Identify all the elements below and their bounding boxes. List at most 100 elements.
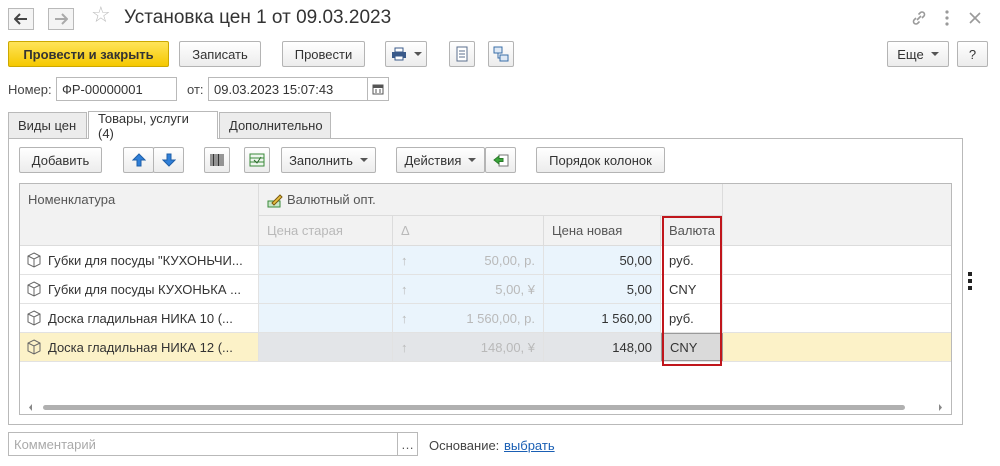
item-cell[interactable]: Губки для посуды "КУХОНЬЧИ... (20, 246, 259, 274)
number-field[interactable]: ФР-00000001 (56, 77, 177, 101)
comment-expand-button[interactable]: … (397, 432, 418, 456)
header-item[interactable]: Номенклатура (20, 184, 259, 246)
item-cell[interactable]: Доска гладильная НИКА 12 (... (20, 333, 259, 361)
ellipsis-icon: … (401, 436, 414, 452)
arrow-up-icon: ↑ (401, 310, 408, 326)
package-icon (27, 281, 41, 297)
table-row[interactable]: Губки для посуды "КУХОНЬЧИ... ↑ 50,00, р… (20, 246, 951, 275)
move-up-button[interactable] (123, 147, 154, 173)
favorite-star-icon[interactable]: ☆ (91, 4, 111, 26)
price-group-label: Валютный опт. (287, 192, 376, 207)
arrow-down-icon (161, 153, 176, 167)
comment-field[interactable]: Комментарий (8, 432, 398, 456)
new-price-cell[interactable]: 5,00 (544, 275, 661, 303)
basis-label: Основание: (429, 438, 500, 453)
link-icon[interactable] (908, 8, 930, 28)
calendar-button[interactable] (367, 77, 389, 101)
back-button[interactable] (8, 8, 34, 30)
package-icon (27, 339, 41, 355)
item-name: Губки для посуды КУХОНЬКА ... (48, 281, 241, 297)
post-and-close-button[interactable]: Провести и закрыть (8, 41, 169, 67)
date-field[interactable]: 09.03.2023 15:07:43 (208, 77, 368, 101)
print-button[interactable] (385, 41, 427, 67)
currency-cell[interactable]: руб. (661, 304, 723, 332)
printer-icon (391, 47, 406, 61)
header-currency[interactable]: Валюта (661, 216, 723, 246)
table-row[interactable]: Губки для посуды КУХОНЬКА ... ↑ 5,00, ¥ … (20, 275, 951, 304)
load-arrow-icon (492, 154, 508, 167)
structure-button[interactable] (488, 41, 514, 67)
chevron-down-icon (930, 52, 939, 56)
old-price-cell (259, 304, 393, 332)
column-order-button[interactable]: Порядок колонок (536, 147, 665, 173)
arrow-left-icon (14, 13, 27, 25)
old-price-cell (259, 246, 393, 274)
table-select-icon (249, 153, 265, 167)
new-price-cell[interactable]: 148,00 (544, 333, 661, 361)
chevron-down-icon (359, 158, 368, 162)
delta-cell: ↑ 1 560,00, р. (393, 304, 544, 332)
barcode-icon (210, 154, 224, 166)
header-new-price[interactable]: Цена новая (544, 216, 661, 246)
add-button[interactable]: Добавить (19, 147, 102, 173)
old-price-value: 148,00, ¥ (480, 339, 535, 355)
arrow-up-icon: ↑ (401, 252, 408, 268)
more-label: Еще (897, 46, 924, 62)
forward-button[interactable] (48, 8, 74, 30)
tab-goods-services[interactable]: Товары, услуги (4) (88, 111, 218, 141)
window-title: Установка цен 1 от 09.03.2023 (124, 7, 392, 28)
number-label: Номер: (8, 82, 52, 97)
table-row[interactable]: Доска гладильная НИКА 10 (... ↑ 1 560,00… (20, 304, 951, 333)
header-price-group[interactable]: Валютный опт. (259, 184, 723, 216)
arrow-up-icon: ↑ (401, 339, 408, 355)
old-price-value: 50,00, р. (484, 252, 535, 268)
arrow-up-icon (131, 153, 146, 167)
currency-cell[interactable]: CNY (661, 275, 723, 303)
package-icon (27, 310, 41, 326)
item-cell[interactable]: Губки для посуды КУХОНЬКА ... (20, 275, 259, 303)
item-name: Доска гладильная НИКА 12 (... (48, 339, 233, 355)
item-cell[interactable]: Доска гладильная НИКА 10 (... (20, 304, 259, 332)
old-price-value: 1 560,00, р. (466, 310, 535, 326)
kebab-menu-icon[interactable] (936, 8, 958, 28)
more-button[interactable]: Еще (887, 41, 949, 67)
item-name: Доска гладильная НИКА 10 (... (48, 310, 233, 326)
select-items-button[interactable] (244, 147, 270, 173)
calendar-icon (372, 84, 384, 95)
new-price-cell[interactable]: 50,00 (544, 246, 661, 274)
vertical-dots-icon[interactable] (966, 272, 974, 293)
load-button[interactable] (485, 147, 516, 173)
report-button[interactable] (449, 41, 475, 67)
header-empty (723, 184, 951, 246)
tab-price-types[interactable]: Виды цен (8, 112, 87, 138)
arrow-right-icon (55, 13, 68, 25)
horizontal-scrollbar[interactable] (28, 400, 943, 411)
currency-cell[interactable]: руб. (661, 246, 723, 274)
arrow-up-icon: ↑ (401, 281, 408, 297)
table-row-selected[interactable]: Доска гладильная НИКА 12 (... ↑ 148,00, … (20, 333, 951, 362)
post-button[interactable]: Провести (282, 41, 365, 67)
header-delta[interactable]: Δ (393, 216, 544, 246)
close-icon[interactable] (964, 8, 986, 28)
chevron-down-icon (413, 52, 422, 56)
goods-table: Номенклатура Валютный опт. Цена старая Δ… (19, 183, 952, 415)
hierarchy-icon (493, 46, 509, 62)
fill-button[interactable]: Заполнить (281, 147, 376, 173)
header-old-price[interactable]: Цена старая (259, 216, 393, 246)
price-edit-icon (267, 193, 283, 207)
save-button[interactable]: Записать (179, 41, 261, 67)
basis-select-link[interactable]: выбрать (504, 438, 555, 453)
date-label: от: (187, 82, 204, 97)
new-price-cell[interactable]: 1 560,00 (544, 304, 661, 332)
actions-label: Действия (404, 152, 462, 168)
scrollbar-graphic (29, 404, 942, 411)
tab-additional[interactable]: Дополнительно (219, 112, 331, 138)
actions-button[interactable]: Действия (396, 147, 485, 173)
barcode-button[interactable] (204, 147, 230, 173)
old-price-cell (259, 333, 393, 361)
move-down-button[interactable] (153, 147, 184, 173)
currency-cell[interactable]: CNY (661, 333, 723, 361)
help-button[interactable]: ? (957, 41, 988, 67)
delta-cell: ↑ 5,00, ¥ (393, 275, 544, 303)
delta-cell: ↑ 148,00, ¥ (393, 333, 544, 361)
